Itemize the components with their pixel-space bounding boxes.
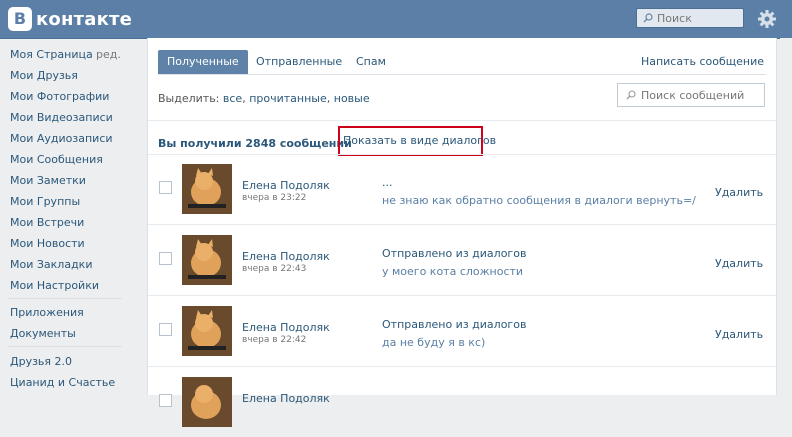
message-row[interactable]: Елена Подоляк вчера в 22:42 Отправлено и…: [148, 296, 776, 366]
sidebar-item-friends-app[interactable]: Друзья 2.0: [10, 355, 72, 368]
message-title[interactable]: ...: [382, 176, 393, 189]
sidebar-edit-link[interactable]: ред.: [96, 48, 121, 61]
avatar[interactable]: [182, 164, 232, 214]
sidebar-item-friends[interactable]: Мои Друзья: [10, 69, 78, 82]
sidebar-item-documents[interactable]: Документы: [10, 327, 76, 340]
select-label: Выделить:: [158, 92, 220, 105]
divider: [148, 120, 776, 121]
message-row[interactable]: Елена Подоляк вчера в 22:43 Отправлено и…: [148, 225, 776, 295]
avatar[interactable]: [182, 306, 232, 356]
tab-received[interactable]: Полученные: [158, 50, 248, 74]
select-all-link[interactable]: все: [223, 92, 242, 105]
message-title[interactable]: Отправлено из диалогов: [382, 318, 526, 331]
tabs-divider: [158, 74, 766, 75]
sidebar-item-audio[interactable]: Мои Аудиозаписи: [10, 132, 113, 145]
logo-text: контакте: [36, 8, 133, 30]
sidebar-item-my-page[interactable]: Моя Страница: [10, 48, 93, 61]
sidebar-item-apps[interactable]: Приложения: [10, 306, 84, 319]
sidebar-divider: [8, 298, 122, 299]
sidebar-item-settings[interactable]: Мои Настройки: [10, 279, 99, 292]
message-search-placeholder: Поиск сообщений: [641, 88, 745, 102]
message-checkbox[interactable]: [159, 181, 172, 194]
message-text[interactable]: да не буду я в кс): [382, 336, 485, 349]
sender-name[interactable]: Елена Подоляк: [242, 321, 330, 334]
received-count: Вы получили 2848 сообщений: [158, 137, 352, 150]
sidebar-item-messages[interactable]: Мои Сообщения: [10, 153, 103, 166]
sidebar-divider: [8, 346, 122, 347]
search-icon: [643, 13, 653, 23]
vk-logo[interactable]: В контакте: [8, 6, 132, 32]
select-new-link[interactable]: новые: [334, 92, 370, 105]
messages-panel: Полученные Отправленные Спам Написать со…: [147, 38, 777, 427]
sidebar-item-events[interactable]: Мои Встречи: [10, 216, 84, 229]
message-time: вчера в 22:43: [242, 264, 307, 274]
message-row[interactable]: Елена Подоляк: [148, 367, 776, 437]
sidebar-item-bookmarks[interactable]: Мои Закладки: [10, 258, 92, 271]
sidebar-item-cyanide-app[interactable]: Цианид и Счастье: [10, 376, 115, 389]
message-checkbox[interactable]: [159, 252, 172, 265]
message-row[interactable]: Елена Подоляк вчера в 23:22 ... не знаю …: [148, 154, 776, 224]
sidebar-item-photos[interactable]: Мои Фотографии: [10, 90, 109, 103]
page-scrollbar[interactable]: [780, 38, 792, 395]
sidebar-item-notes[interactable]: Мои Заметки: [10, 174, 86, 187]
message-time: вчера в 22:42: [242, 335, 307, 345]
tab-spam[interactable]: Спам: [347, 50, 395, 74]
delete-button[interactable]: Удалить: [715, 186, 763, 199]
sidebar-item-groups[interactable]: Мои Группы: [10, 195, 80, 208]
delete-button[interactable]: Удалить: [715, 328, 763, 341]
search-placeholder: Поиск: [657, 11, 692, 25]
sender-name[interactable]: Елена Подоляк: [242, 392, 330, 405]
select-filter: Выделить: все, прочитанные, новые: [158, 92, 370, 105]
delete-button[interactable]: Удалить: [715, 257, 763, 270]
write-message-link[interactable]: Написать сообщение: [641, 55, 764, 68]
search-icon: [626, 90, 636, 100]
message-search-input[interactable]: Поиск сообщений: [617, 83, 765, 107]
message-text[interactable]: не знаю как обратно сообщения в диалоги …: [382, 194, 696, 207]
sender-name[interactable]: Елена Подоляк: [242, 179, 330, 192]
gear-icon[interactable]: [757, 9, 777, 29]
top-header: В контакте Поиск: [0, 0, 792, 39]
select-read-link[interactable]: прочитанные: [249, 92, 327, 105]
header-search-input[interactable]: Поиск: [636, 8, 744, 28]
show-as-dialogs-link[interactable]: Показать в виде диалогов: [338, 126, 496, 156]
sidebar-item-news[interactable]: Мои Новости: [10, 237, 85, 250]
message-checkbox[interactable]: [159, 394, 172, 407]
sidebar-item-videos[interactable]: Мои Видеозаписи: [10, 111, 113, 124]
tab-sent[interactable]: Отправленные: [247, 50, 351, 74]
avatar[interactable]: [182, 377, 232, 427]
sender-name[interactable]: Елена Подоляк: [242, 250, 330, 263]
message-checkbox[interactable]: [159, 323, 172, 336]
message-time: вчера в 23:22: [242, 193, 307, 203]
message-text[interactable]: у моего кота сложности: [382, 265, 523, 278]
logo-letter: В: [8, 7, 32, 31]
message-title[interactable]: Отправлено из диалогов: [382, 247, 526, 260]
avatar[interactable]: [182, 235, 232, 285]
